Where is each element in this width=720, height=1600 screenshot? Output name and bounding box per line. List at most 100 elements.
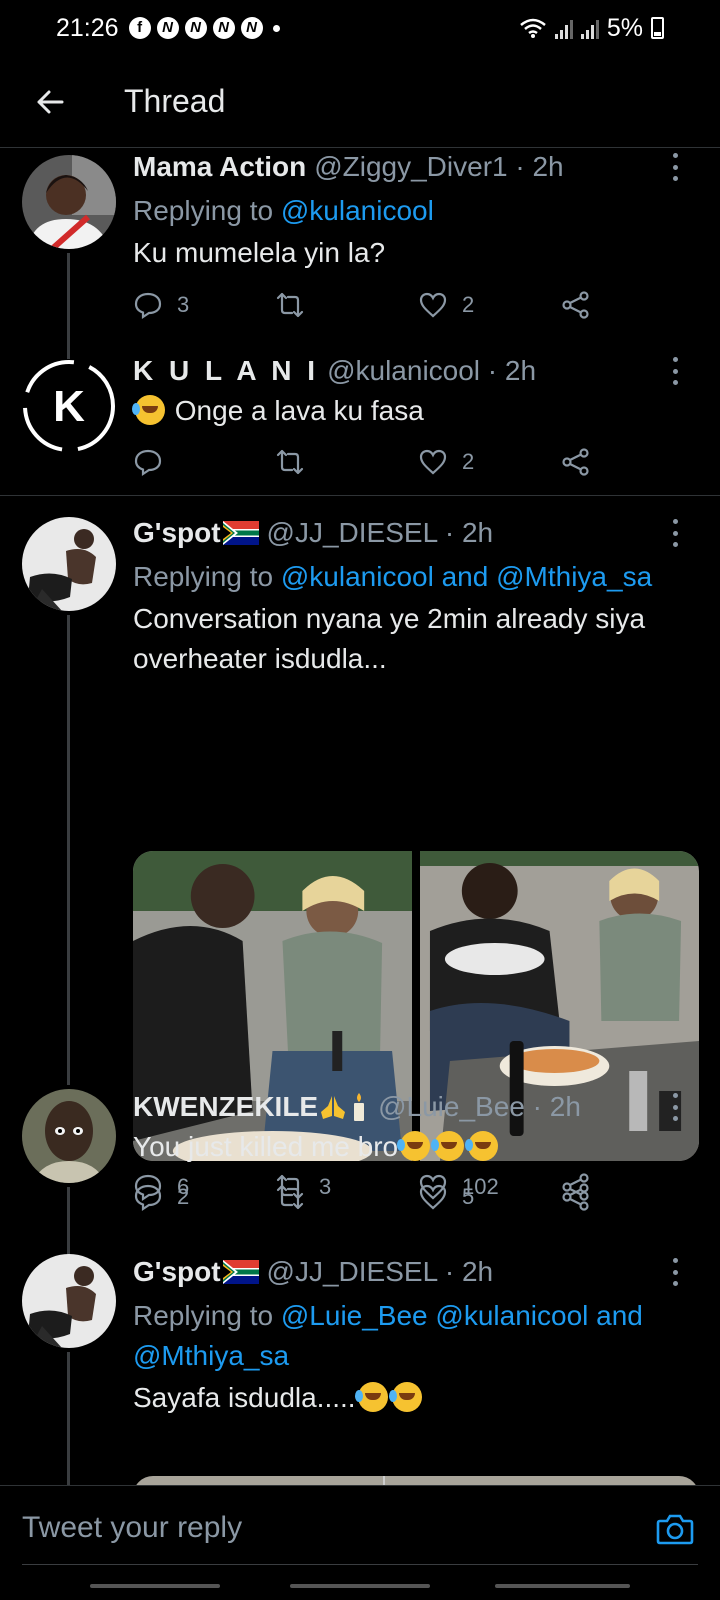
reply-icon [134, 1184, 162, 1212]
reply-icon [134, 449, 162, 477]
avatar[interactable]: K [22, 359, 116, 453]
wifi-icon [520, 18, 546, 38]
reply-composer: Tweet your reply [0, 1485, 720, 1600]
tweet-author-name[interactable]: KWENZEKILE [133, 1091, 318, 1123]
more-options-icon[interactable] [670, 1093, 680, 1121]
compose-underline [22, 1564, 698, 1565]
share-button[interactable] [561, 442, 591, 482]
tweet[interactable]: G'spot @JJ_DIESEL · 2h Replying to @kula… [0, 503, 720, 1202]
thread-feed[interactable]: Mama Action @Ziggy_Diver1 · 2h Replying … [0, 149, 720, 1485]
rolling-laughing-emoji [354, 1382, 388, 1412]
arrow-left-icon [37, 90, 64, 113]
retweet-button[interactable] [275, 442, 319, 482]
reply-count: 2 [177, 1184, 190, 1209]
reply-count: 3 [177, 292, 190, 317]
avatar[interactable] [22, 1254, 116, 1348]
retweet-icon [276, 1184, 304, 1210]
retweet-button[interactable] [275, 1177, 319, 1217]
tweet-actions: 3 2 [133, 285, 613, 325]
candle-icon [354, 1093, 365, 1121]
share-icon [562, 1183, 589, 1211]
tweet-actions: 2 5 [133, 1177, 613, 1217]
tweet-author-handle[interactable]: @kulanicool · 2h [327, 355, 536, 387]
app-header: Thread [0, 56, 720, 148]
tweet-author-handle[interactable]: @JJ_DIESEL · 2h [267, 517, 494, 549]
avatar[interactable] [22, 155, 116, 249]
like-button[interactable]: 2 [418, 442, 474, 482]
thread-line [67, 253, 70, 363]
tweet[interactable]: G'spot @JJ_DIESEL · 2h Replying to @Luie… [0, 1254, 720, 1485]
heart-icon [419, 292, 447, 318]
folded-hands-icon [321, 1096, 346, 1119]
south-africa-flag-icon [222, 521, 259, 545]
south-africa-flag-icon [222, 1260, 259, 1284]
thread-line [67, 1352, 70, 1485]
tweet-actions: 2 [133, 442, 613, 482]
like-count: 2 [462, 449, 475, 474]
share-button[interactable] [561, 285, 591, 325]
status-bar: 21:26 f N N N N 5% [0, 0, 720, 56]
like-button[interactable]: 2 [418, 285, 474, 325]
laughing-tears-emoji [465, 1131, 499, 1161]
nav-bar-handle [290, 1584, 430, 1588]
rolling-laughing-emoji [132, 395, 165, 425]
reply-icon [134, 292, 162, 320]
tweet-text: You just killed me bro [133, 1127, 690, 1167]
reply-button[interactable] [133, 442, 177, 482]
mention-link[interactable]: @kulanicool and @Mthiya_sa [281, 561, 652, 592]
back-button[interactable] [0, 56, 100, 148]
reply-button[interactable]: 2 [133, 1177, 189, 1217]
notification-n-icon: N [212, 17, 235, 39]
reply-button[interactable]: 3 [133, 285, 189, 325]
tweet-author-name[interactable]: G'spot [133, 517, 221, 549]
notification-n-icon: N [184, 17, 207, 39]
retweet-button[interactable] [275, 285, 319, 325]
share-icon [562, 291, 589, 319]
tweet-text: Ku mumelela yin la? [133, 237, 386, 268]
tweet-author-name[interactable]: K U L A N I [133, 355, 319, 387]
media-photo[interactable] [133, 1476, 699, 1485]
nav-bar-handle [495, 1584, 630, 1588]
tweet-author-handle[interactable]: @JJ_DIESEL · 2h [267, 1256, 494, 1288]
retweet-icon [276, 449, 304, 475]
laughing-tears-emoji [397, 1131, 431, 1161]
notification-n-icon: N [240, 17, 263, 39]
tweet-author-handle[interactable]: @Ziggy_Diver1 · 2h [314, 151, 563, 183]
laughing-tears-emoji [431, 1131, 465, 1161]
tweet-author-name[interactable]: Mama Action [133, 151, 306, 183]
tweet-media[interactable] [133, 1476, 699, 1485]
mention-link[interactable]: @kulanicool [281, 195, 434, 226]
tweet-author-handle[interactable]: @Luie_Bee · 2h [378, 1091, 581, 1123]
replying-to: Replying to @Luie_Bee @kulanicool and @M… [133, 1300, 643, 1371]
signal-icon [554, 17, 573, 39]
tweet[interactable]: K K U L A N I @kulanicool · 2h Onge a la… [0, 349, 720, 489]
notification-n-icon: N [156, 17, 179, 39]
share-icon [562, 448, 589, 476]
avatar[interactable] [22, 1089, 116, 1183]
more-notifications-dot [272, 24, 280, 32]
facebook-icon: f [128, 17, 151, 39]
battery-percent: 5% [606, 13, 643, 42]
tweet-author-name[interactable]: G'spot [133, 1256, 221, 1288]
notification-icons: f N N N N [128, 17, 280, 39]
retweet-icon [276, 292, 304, 318]
rolling-laughing-emoji [388, 1382, 422, 1412]
signal-icon-2 [580, 17, 599, 39]
more-options-icon[interactable] [670, 1258, 680, 1286]
tweet[interactable]: KWENZEKILE @Luie_Bee · 2h You just kille… [0, 1089, 720, 1257]
more-options-icon[interactable] [670, 519, 680, 547]
heart-icon [419, 1184, 447, 1210]
tweet[interactable]: Mama Action @Ziggy_Diver1 · 2h Replying … [0, 149, 720, 363]
tweet-text: Onge a lava ku fasa [132, 391, 690, 431]
more-options-icon[interactable] [670, 357, 680, 385]
replying-to: Replying to @kulanicool [133, 195, 434, 226]
camera-icon[interactable] [654, 1508, 696, 1550]
page-title: Thread [124, 83, 226, 119]
reply-input[interactable]: Tweet your reply [22, 1498, 622, 1558]
avatar-letter: K [53, 382, 85, 431]
avatar[interactable] [22, 517, 116, 611]
replying-to: Replying to @kulanicool and @Mthiya_sa [133, 561, 653, 592]
share-button[interactable] [561, 1177, 591, 1217]
like-button[interactable]: 5 [418, 1177, 474, 1217]
more-options-icon[interactable] [670, 153, 680, 181]
